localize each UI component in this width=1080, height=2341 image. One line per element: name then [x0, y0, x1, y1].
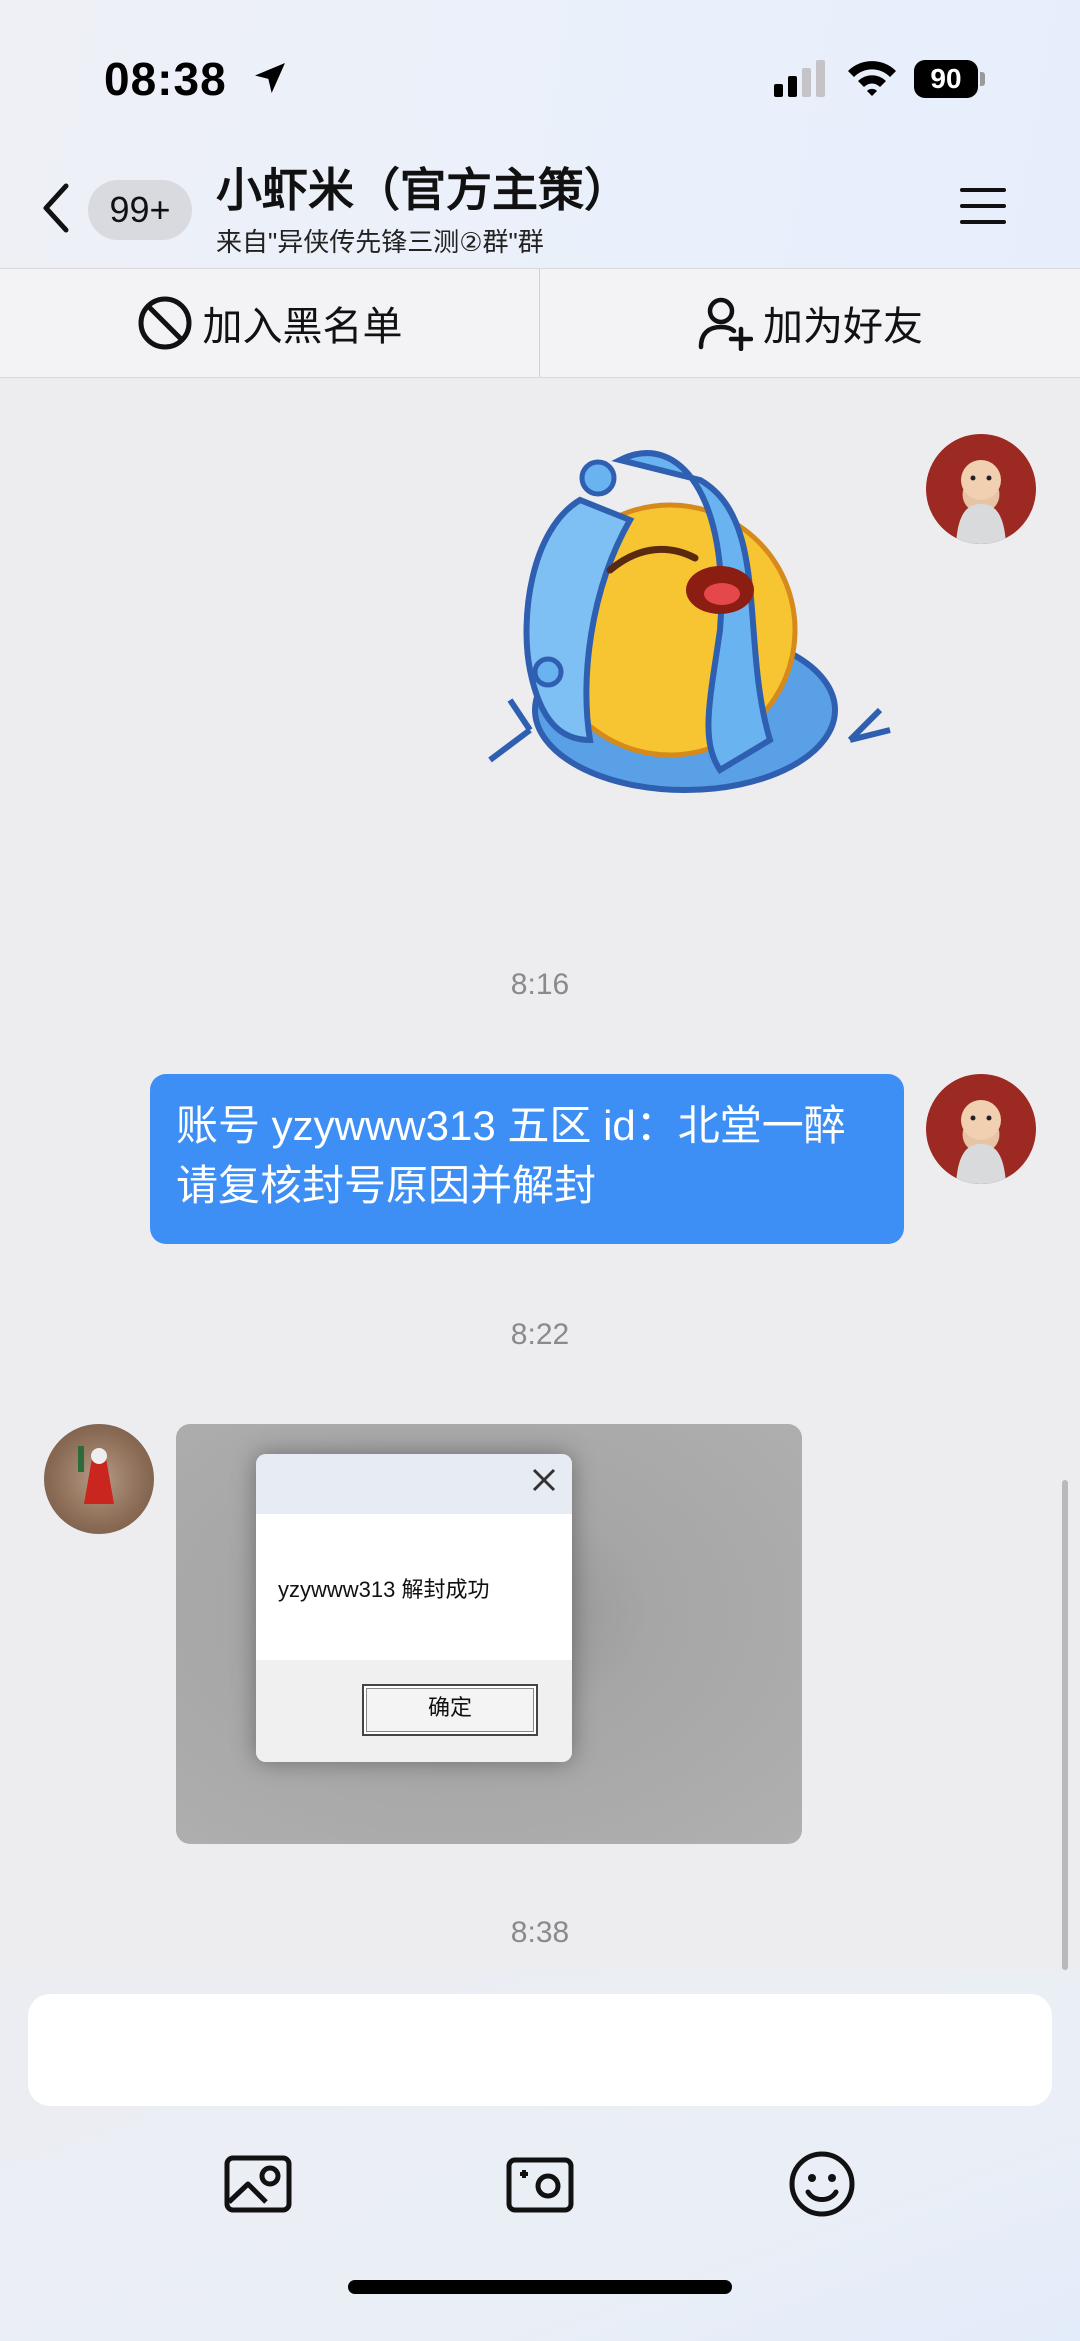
status-time: 08:38: [104, 53, 227, 105]
blacklist-label: 加入黑名单: [202, 305, 403, 349]
timestamp: 8:38: [510, 1916, 570, 1949]
avatar-photo-icon: [956, 460, 1006, 544]
scrollbar[interactable]: [1062, 1480, 1068, 1970]
battery-indicator: 90: [914, 60, 986, 98]
location-arrow-icon: [255, 63, 285, 93]
dialog-ok-button: 确定: [362, 1684, 538, 1736]
add-user-icon: [698, 297, 753, 351]
emoji-icon[interactable]: [786, 2148, 858, 2220]
camera-icon[interactable]: [504, 2148, 576, 2220]
action-bar: 加入黑名单 加为好友: [0, 268, 1080, 378]
top-area: 08:38 90 99+ 小虾米（官方主策） 来自"异侠传先锋三测②群"群: [0, 0, 1080, 268]
avatar-photo-icon: [956, 1100, 1006, 1184]
message-input[interactable]: [28, 1994, 1052, 2106]
incoming-image-message[interactable]: yzywww313 解封成功 确定: [176, 1424, 802, 1844]
back-chevron-icon[interactable]: [36, 180, 76, 236]
dialog-message: yzywww313 解封成功: [278, 1577, 490, 1602]
battery-cap: [980, 72, 985, 86]
self-avatar[interactable]: [926, 434, 1036, 544]
status-bar: 08:38 90: [0, 0, 1080, 150]
sender-avatar[interactable]: [44, 1424, 154, 1534]
dialog-body: yzywww313 解封成功: [256, 1514, 572, 1660]
timestamp: 8:22: [510, 1318, 570, 1351]
add-friend-label: 加为好友: [763, 305, 923, 349]
self-avatar[interactable]: [926, 1074, 1036, 1184]
chat-area[interactable]: 8:16 账号 yzywww313 五区 id：北堂一醉 请复核封号原因并解封 …: [0, 378, 1080, 1970]
battery-level: 90: [914, 60, 978, 98]
dialog-titlebar: [256, 1454, 572, 1514]
wifi-icon: [848, 61, 896, 96]
home-indicator[interactable]: [348, 2280, 732, 2294]
signal-icon: [774, 60, 825, 97]
add-friend-button[interactable]: 加为好友: [540, 269, 1080, 377]
photo-icon[interactable]: [222, 2148, 294, 2220]
timestamp: 8:16: [510, 968, 570, 1001]
block-icon: [138, 296, 191, 350]
avatar-game-character-icon: [78, 1446, 114, 1504]
close-icon: [532, 1468, 556, 1492]
chat-header: 99+ 小虾米（官方主策） 来自"异侠传先锋三测②群"群: [0, 150, 1080, 268]
chat-subtitle: 来自"异侠传先锋三测②群"群: [216, 227, 544, 257]
menu-icon[interactable]: [960, 186, 1006, 226]
add-to-blacklist-button[interactable]: 加入黑名单: [0, 269, 540, 377]
input-area: [0, 1970, 1080, 2341]
crying-face-sticker[interactable]: [470, 440, 900, 870]
dialog-footer: 确定: [256, 1660, 572, 1762]
unread-count-badge[interactable]: 99+: [88, 180, 192, 240]
outgoing-message-bubble[interactable]: 账号 yzywww313 五区 id：北堂一醉 请复核封号原因并解封: [150, 1074, 904, 1244]
screenshot-dialog: yzywww313 解封成功 确定: [256, 1454, 572, 1762]
chat-title: 小虾米（官方主策）: [216, 164, 630, 216]
